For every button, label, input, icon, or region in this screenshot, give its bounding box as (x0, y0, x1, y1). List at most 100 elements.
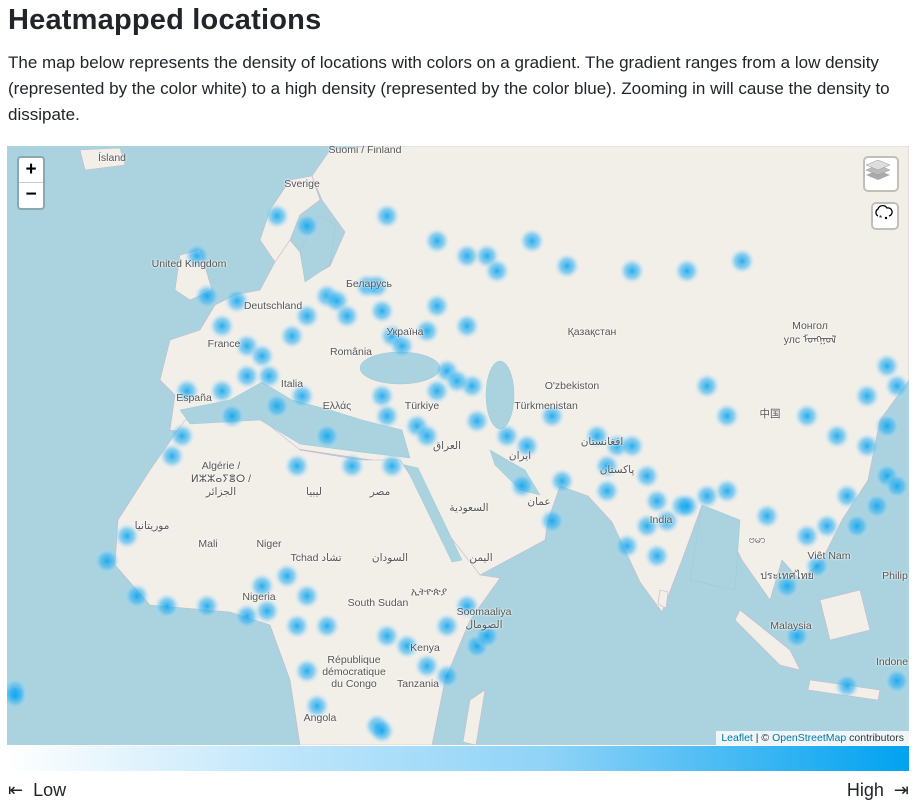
zoom-in-button[interactable]: + (19, 158, 43, 183)
map-label: Suomi / Finland (328, 146, 402, 156)
map-label: Tchad تشاد (290, 552, 342, 564)
heat-point (884, 473, 909, 499)
leaflet-link[interactable]: Leaflet (721, 732, 753, 744)
heat-point (834, 483, 860, 509)
heat-point (834, 673, 860, 699)
heat-point (369, 298, 395, 324)
legend-high: High ⇥ (847, 780, 909, 801)
map-label: العراق (432, 440, 462, 452)
map-label: Philip (882, 570, 908, 582)
heat-point (484, 258, 510, 284)
heat-point (374, 403, 400, 429)
map-label: Ελλάς (322, 400, 352, 412)
heat-point (594, 478, 620, 504)
heat-point (634, 463, 660, 489)
legend-low-label: Low (33, 780, 67, 800)
map-label: Ísland (97, 152, 127, 164)
heat-point (844, 513, 870, 539)
map-label: Việt Nam (807, 550, 851, 562)
heat-point (549, 468, 575, 494)
map-label: Україна (386, 326, 424, 338)
map-label: عمان (527, 496, 551, 508)
map-label: موريتانيا (134, 520, 170, 532)
map-label: République (327, 654, 381, 666)
map-label: Niger (256, 538, 282, 550)
map-label: افغانستان (580, 436, 624, 448)
heat-point (379, 453, 405, 479)
land-madagascar (462, 689, 486, 745)
heat-point (424, 293, 450, 319)
map-label: South Sudan (347, 597, 409, 609)
heat-point (714, 478, 740, 504)
heat-point (334, 303, 360, 329)
heat-point (294, 213, 320, 239)
map-label: Deutschland (243, 300, 303, 312)
heat-point (864, 493, 890, 519)
heat-point (219, 403, 245, 429)
map-label: Algérie / (201, 460, 241, 472)
map-label: India (649, 514, 673, 526)
map-label: الجزائر (205, 486, 237, 498)
heat-point (674, 258, 700, 284)
heat-point (154, 593, 180, 619)
heat-point (454, 313, 480, 339)
heat-point (854, 433, 880, 459)
heat-point (194, 283, 220, 309)
map-label: du Congo (331, 678, 377, 690)
heat-point (339, 453, 365, 479)
zoom-control: + − (17, 156, 45, 210)
heatmap-map[interactable]: Ísland Suomi / Finland Sverige United Kingd… (7, 146, 909, 745)
layers-button[interactable] (863, 156, 899, 192)
heat-point (794, 403, 820, 429)
heat-point (274, 563, 300, 589)
map-label: España (176, 392, 212, 404)
zoom-out-button[interactable]: − (19, 183, 43, 208)
page-title: Heatmapped locations (8, 4, 322, 36)
heat-point (209, 313, 235, 339)
map-label: ประเทศไทย (760, 570, 814, 582)
weather-button[interactable]: * (871, 202, 899, 230)
heat-point (464, 408, 490, 434)
heat-point (644, 543, 670, 569)
heat-point (284, 613, 310, 639)
map-label: مصر (369, 486, 391, 498)
heat-point (754, 503, 780, 529)
map-label: France (207, 338, 241, 350)
arrow-left-to-bar-icon: ⇤ (8, 780, 24, 800)
arrow-right-to-bar-icon: ⇥ (893, 780, 909, 800)
legend-low: ⇤ Low (8, 780, 66, 801)
map-label: Soomaaliya (456, 606, 512, 618)
heat-point (519, 228, 545, 254)
map-label: Angola (303, 712, 337, 724)
heat-point (234, 363, 260, 389)
osm-link[interactable]: OpenStreetMap (772, 732, 846, 744)
map-label: Türkmenistan (514, 400, 578, 412)
heat-point (554, 253, 580, 279)
map-label: Монгол (792, 320, 828, 332)
land-borneo (819, 589, 871, 641)
heat-point (824, 423, 850, 449)
map-label: Kenya (410, 642, 440, 654)
cloud-snow-icon: * (875, 204, 893, 222)
heat-point (874, 353, 900, 379)
map-label: Türkiye (404, 400, 440, 412)
heat-point (374, 203, 400, 229)
map-label: Қазақстан (567, 326, 617, 338)
map-label: Sverige (284, 178, 320, 190)
heat-point (264, 393, 290, 419)
heat-point (209, 378, 235, 404)
map-label: улс ᠮᠣᠩᠭᠣᠯ (783, 334, 837, 346)
heat-point (294, 583, 320, 609)
heat-point (674, 493, 700, 519)
heat-point (694, 373, 720, 399)
map-label: Italia (280, 378, 304, 390)
map-label: السودان (371, 552, 409, 564)
map-label: پاکستان (599, 464, 635, 476)
map-label: ليبيا (306, 486, 322, 498)
heat-point (444, 368, 470, 394)
map-label: United Kingdom (151, 258, 227, 270)
heat-point (884, 668, 909, 694)
map-label: Беларусь (346, 278, 392, 290)
map-label: 中国 (759, 408, 781, 420)
map-label: ኢትዮጵያ (410, 586, 448, 598)
